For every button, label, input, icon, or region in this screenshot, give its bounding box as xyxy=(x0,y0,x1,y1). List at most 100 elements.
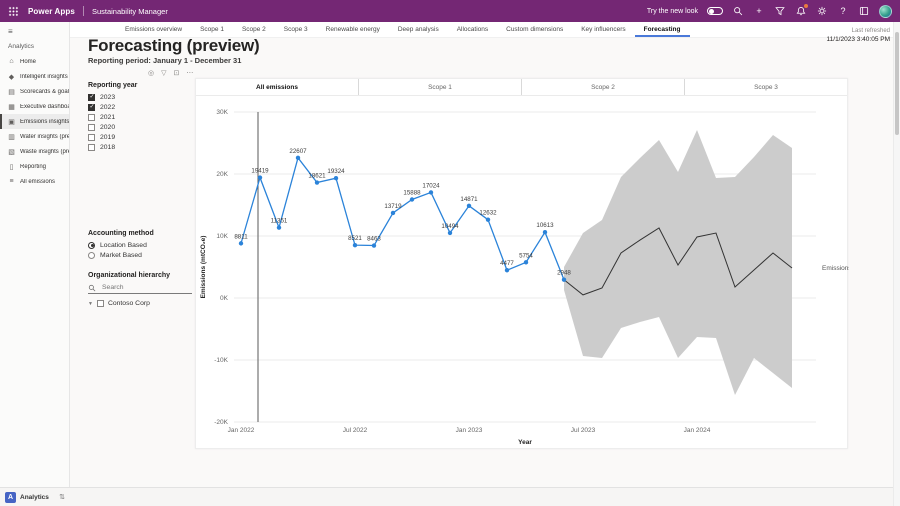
svg-text:Jan 2022: Jan 2022 xyxy=(228,427,255,434)
reporting-year-option-2021[interactable]: 2021 xyxy=(88,112,192,122)
svg-text:13719: 13719 xyxy=(384,203,402,210)
chevron-down-icon[interactable]: ▼ xyxy=(88,301,93,307)
tab-scope-3[interactable]: Scope 3 xyxy=(275,22,317,37)
org-hierarchy-label: Organizational hierarchy xyxy=(88,272,192,279)
scorecards-icon: ▤ xyxy=(7,88,16,96)
reporting-year-option-2023[interactable]: 2023 xyxy=(88,92,192,102)
notifications-icon[interactable] xyxy=(795,5,807,17)
reporting-year-options: 202320222021202020192018 xyxy=(88,92,192,152)
intelligent-insights-icon: ◆ xyxy=(7,73,16,81)
sidebar-nav-list: ⌂Home◆Intelligent insights (p...▤Scoreca… xyxy=(0,54,69,189)
topbar-icon-group: +? xyxy=(732,5,892,18)
emissions-insights-icon: ▣ xyxy=(7,118,16,126)
filter-icon[interactable] xyxy=(774,5,786,17)
tab-allocations[interactable]: Allocations xyxy=(448,22,497,37)
area-switcher[interactable]: A Analytics ⇅ xyxy=(0,488,70,506)
product-name[interactable]: Sustainability Manager xyxy=(92,7,168,16)
sidebar-item-reporting[interactable]: ▯Reporting xyxy=(0,159,69,174)
account-avatar[interactable] xyxy=(879,5,892,18)
filter-pane: Reporting year 202320222021202020192018 … xyxy=(88,82,192,486)
add-icon[interactable]: + xyxy=(753,5,765,17)
all-emissions-icon: ≡ xyxy=(7,178,16,185)
svg-text:0K: 0K xyxy=(220,295,229,302)
tab-key-influencers[interactable]: Key influencers xyxy=(572,22,634,37)
area-switcher-icon[interactable]: ⇅ xyxy=(59,493,65,501)
help-icon[interactable]: ? xyxy=(837,5,849,17)
svg-text:Emissions (mtCO₂e): Emissions (mtCO₂e) xyxy=(200,236,207,299)
tab-scope-1[interactable]: Scope 1 xyxy=(191,22,233,37)
forecast-visual-card: All emissionsScope 1Scope 2Scope 3 30K20… xyxy=(195,78,848,449)
reporting-year-group: Reporting year 202320222021202020192018 xyxy=(88,82,192,152)
svg-text:18621: 18621 xyxy=(308,173,326,180)
settings-icon[interactable] xyxy=(816,5,828,17)
toggle-knob xyxy=(709,9,714,14)
scope-tab-scope-1[interactable]: Scope 1 xyxy=(358,79,521,95)
last-refreshed: Last refreshed 11/1/2023 3:40:05 PM xyxy=(827,28,890,43)
search-input[interactable] xyxy=(100,283,180,292)
sidebar-item-waste-insights-previ[interactable]: ▧Waste insights (previ... xyxy=(0,144,69,159)
collapse-menu-icon[interactable]: ≡ xyxy=(8,28,13,36)
tab-forecasting[interactable]: Forecasting xyxy=(635,22,690,37)
tab-custom-dimensions[interactable]: Custom dimensions xyxy=(497,22,572,37)
checkbox-icon[interactable] xyxy=(88,94,95,101)
svg-text:12632: 12632 xyxy=(479,210,497,217)
svg-text:-10K: -10K xyxy=(214,357,228,364)
svg-text:2948: 2948 xyxy=(557,270,571,277)
svg-text:Jul 2022: Jul 2022 xyxy=(343,427,368,434)
svg-text:30K: 30K xyxy=(216,109,228,116)
try-new-look-toggle[interactable] xyxy=(707,7,723,15)
bottom-bar: A Analytics ⇅ xyxy=(0,487,893,506)
scope-tab-scope-2[interactable]: Scope 2 xyxy=(521,79,684,95)
tab-scope-2[interactable]: Scope 2 xyxy=(233,22,275,37)
notification-badge xyxy=(804,4,808,8)
tab-deep-analysis[interactable]: Deep analysis xyxy=(389,22,448,37)
checkbox-icon[interactable] xyxy=(88,114,95,121)
checkbox-icon[interactable] xyxy=(88,144,95,151)
scrollbar[interactable] xyxy=(893,22,900,506)
tab-emissions-overview[interactable]: Emissions overview xyxy=(116,22,191,37)
checkbox-icon[interactable] xyxy=(88,134,95,141)
tab-renewable-energy[interactable]: Renewable energy xyxy=(317,22,389,37)
reporting-year-option-2022[interactable]: 2022 xyxy=(88,102,192,112)
sidebar-item-executive-dashboard[interactable]: ▦Executive dashboard xyxy=(0,99,69,114)
sidebar-item-water-insights-previ[interactable]: ▥Water insights (previ... xyxy=(0,129,69,144)
svg-text:-20K: -20K xyxy=(214,419,228,426)
accounting-method-option-location-based[interactable]: Location Based xyxy=(88,240,192,250)
scope-tab-scope-3[interactable]: Scope 3 xyxy=(684,79,847,95)
radio-icon[interactable] xyxy=(88,242,95,249)
sidebar-item-intelligent-insights-p[interactable]: ◆Intelligent insights (p... xyxy=(0,69,69,84)
chart-area: 30K20K10K0K-10K-20KJan 2022Jul 2022Jan 2… xyxy=(196,96,849,448)
filter-funnel-icon[interactable]: ▽ xyxy=(161,70,166,78)
guide-icon[interactable] xyxy=(858,5,870,17)
app-name: Power Apps xyxy=(28,7,75,16)
checkbox-icon[interactable] xyxy=(88,104,95,111)
svg-text:4477: 4477 xyxy=(500,260,514,267)
search-icon[interactable] xyxy=(732,5,744,17)
svg-text:Year: Year xyxy=(518,439,532,446)
waffle-icon[interactable] xyxy=(8,6,18,16)
more-options-icon[interactable]: ⋯ xyxy=(186,70,193,78)
checkbox-icon[interactable] xyxy=(88,124,95,131)
accounting-method-option-market-based[interactable]: Market Based xyxy=(88,250,192,260)
sidebar-item-scorecards-goals[interactable]: ▤Scorecards & goals xyxy=(0,84,69,99)
svg-text:22607: 22607 xyxy=(289,148,307,155)
reporting-year-option-2020[interactable]: 2020 xyxy=(88,122,192,132)
sidebar-item-home[interactable]: ⌂Home xyxy=(0,54,69,69)
sidebar-item-emissions-insights[interactable]: ▣Emissions insights xyxy=(0,114,69,129)
scope-tab-all-emissions[interactable]: All emissions xyxy=(196,79,358,95)
org-tree-item[interactable]: ▼ Contoso Corp xyxy=(88,298,192,309)
accounting-method-group: Accounting method Location BasedMarket B… xyxy=(88,230,192,260)
svg-text:Jan 2024: Jan 2024 xyxy=(684,427,711,434)
popout-icon[interactable]: ⊡ xyxy=(174,70,180,78)
focus-icon[interactable]: ◎ xyxy=(148,70,154,78)
scrollbar-thumb[interactable] xyxy=(895,32,899,135)
radio-icon[interactable] xyxy=(88,252,95,259)
checkbox-icon[interactable] xyxy=(97,300,104,307)
sidebar-item-all-emissions[interactable]: ≡All emissions xyxy=(0,174,69,189)
reporting-year-option-2019[interactable]: 2019 xyxy=(88,132,192,142)
home-icon: ⌂ xyxy=(7,58,16,65)
reporting-year-option-2018[interactable]: 2018 xyxy=(88,142,192,152)
org-tree-label: Contoso Corp xyxy=(108,300,150,307)
svg-text:17024: 17024 xyxy=(422,182,440,189)
org-hierarchy-search xyxy=(88,282,192,294)
